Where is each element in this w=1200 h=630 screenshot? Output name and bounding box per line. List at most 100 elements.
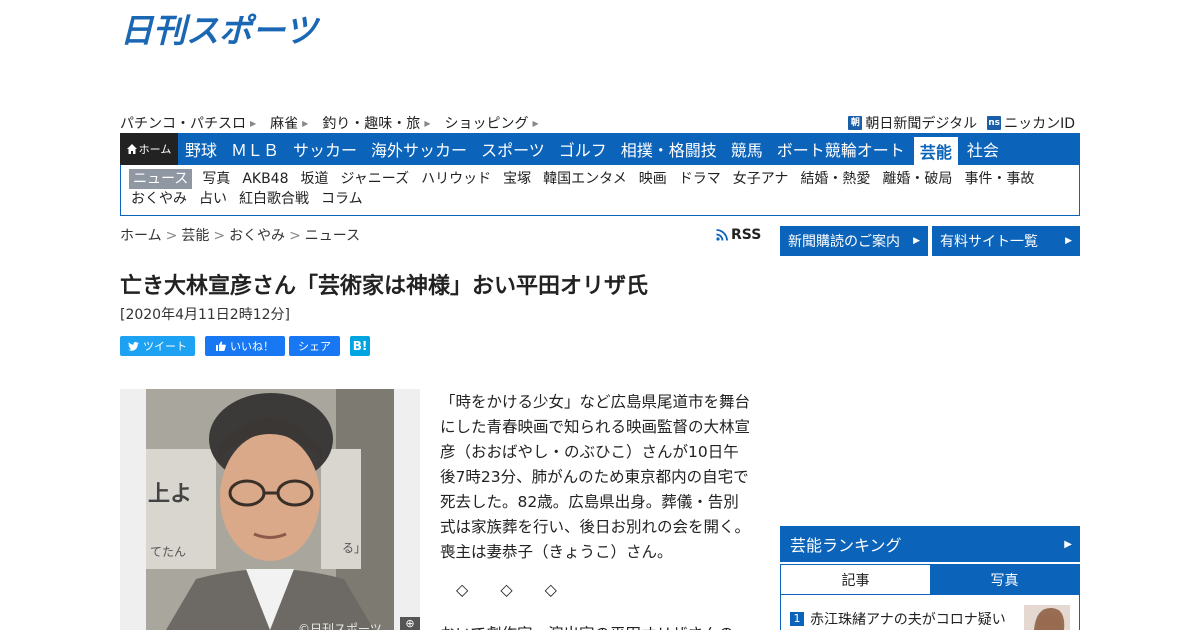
sub-nav: ニュース 写真 AKB48 坂道 ジャニーズ ハリウッド 宝塚 韓国エンタメ 映画 ドラマ 女子アナ…	[120, 165, 1080, 216]
sub-nav-item[interactable]: 映画	[637, 169, 669, 189]
ranking-thumbnail[interactable]	[1024, 605, 1070, 630]
logo-graphic: 日刊スポーツ	[120, 11, 321, 50]
article-line: 「時をかける少女」など広島県尾道市を舞台	[440, 393, 751, 411]
breadcrumb-news[interactable]: ニュース	[305, 228, 360, 244]
thumbs-up-icon	[216, 341, 226, 351]
diamond-icon: ◇	[544, 580, 557, 599]
nav-item-entertainment[interactable]: 芸能	[913, 137, 958, 165]
partner-nikkan-id-link[interactable]: ns ニッカンID	[987, 113, 1075, 133]
sub-nav-item[interactable]: 紅白歌合戦	[237, 189, 311, 209]
sub-nav-item[interactable]: 結婚・熱愛	[798, 169, 872, 189]
ranking-header[interactable]: 芸能ランキング ▶	[780, 526, 1080, 562]
sub-nav-item[interactable]: ジャニーズ	[339, 169, 412, 189]
diamond-icon: ◇	[456, 580, 469, 599]
utility-link[interactable]: 釣り・趣味・旅 ▶	[322, 113, 430, 133]
utility-link[interactable]: 麻雀 ▶	[270, 113, 308, 133]
nav-item-sports[interactable]: スポーツ	[474, 133, 552, 165]
ranking-tabs: 記事 写真	[780, 564, 1080, 595]
section-divider: ◇ ◇ ◇	[456, 580, 589, 599]
triangle-right-icon: ▶	[1064, 538, 1072, 550]
utility-links: パチンコ・パチスロ ▶ 麻雀 ▶ 釣り・趣味・旅 ▶ ショッピング ▶	[120, 113, 553, 133]
sub-nav-item[interactable]: AKB48	[240, 169, 290, 189]
article-line: 喪主は妻恭子（きょうこ）さん。	[440, 543, 673, 561]
breadcrumb-home[interactable]: ホーム	[120, 228, 162, 244]
ranking-item-title: 赤江珠緒アナの夫がコロナ疑い	[810, 612, 1006, 628]
asahi-icon: 朝	[848, 116, 863, 130]
nav-item-mlb[interactable]: ＭＬＢ	[224, 133, 286, 165]
sub-nav-item[interactable]: 占い	[197, 189, 229, 209]
nav-item-sumo-fighting[interactable]: 相撲・格闘技	[614, 133, 724, 165]
utility-link[interactable]: ショッピング ▶	[444, 113, 538, 133]
sub-nav-item[interactable]: 女子アナ	[731, 169, 791, 189]
article-line: おいで劇作家、演出家の平田オリザさんの	[440, 622, 734, 630]
nav-item-overseas-soccer[interactable]: 海外サッカー	[364, 133, 474, 165]
sub-nav-item[interactable]: おくやみ	[129, 189, 189, 209]
sub-nav-item[interactable]: ハリウッド	[419, 169, 493, 189]
sub-nav-item[interactable]: ニュース	[129, 169, 193, 189]
triangle-right-icon: ▶	[913, 236, 920, 246]
like-button[interactable]: いいね！	[205, 336, 285, 356]
sub-nav-row: おくやみ 占い 紅白歌合戦 コラム	[125, 189, 1079, 209]
nikkan-id-icon: ns	[987, 116, 1002, 130]
article-body: 「時をかける少女」など広島県尾道市を舞台 にした青春映画で知られる映画監督の大林…	[440, 390, 762, 565]
breadcrumb-separator: >	[165, 228, 178, 244]
share-button[interactable]: シェア	[289, 336, 340, 356]
subscription-button[interactable]: 新聞購読のご案内 ▶	[780, 226, 928, 256]
nav-item-golf[interactable]: ゴルフ	[552, 133, 614, 165]
rank-number: 1	[790, 612, 804, 626]
arrow-icon: ▶	[250, 118, 257, 128]
logo-text: 日刊スポーツ	[120, 11, 320, 50]
utility-link[interactable]: パチンコ・パチスロ ▶	[120, 113, 256, 133]
paid-sites-button[interactable]: 有料サイト一覧 ▶	[932, 226, 1080, 256]
sub-nav-item[interactable]: 韓国エンタメ	[541, 169, 629, 189]
sub-nav-item[interactable]: ドラマ	[677, 169, 723, 189]
arrow-icon: ▶	[424, 118, 431, 128]
sub-nav-item[interactable]: 写真	[200, 169, 232, 189]
sub-nav-item[interactable]: 事件・事故	[962, 169, 1036, 189]
breadcrumb-separator: >	[213, 228, 226, 244]
article-line: 彦（おおばやし・のぶひこ）さんが10日午	[440, 443, 739, 461]
twitter-icon	[128, 341, 139, 351]
sub-nav-item[interactable]: 宝塚	[501, 169, 533, 189]
arrow-icon: ▶	[302, 118, 309, 128]
tab-photos[interactable]: 写真	[930, 565, 1079, 594]
hatena-bookmark-button[interactable]: B!	[350, 336, 370, 356]
zoom-icon[interactable]: ⊕	[400, 617, 420, 630]
rss-link[interactable]: RSS	[716, 227, 761, 243]
breadcrumb-separator: >	[289, 228, 301, 244]
partner-asahi-link[interactable]: 朝朝日新聞デジタル	[848, 113, 977, 133]
svg-text:る」: る」	[342, 541, 366, 555]
sub-nav-item[interactable]: 離婚・破局	[880, 169, 954, 189]
nav-item-soccer[interactable]: サッカー	[286, 133, 364, 165]
svg-text:てたん: てたん	[150, 545, 186, 559]
breadcrumb-entertainment[interactable]: 芸能	[181, 228, 209, 244]
home-icon	[126, 144, 137, 154]
article-photo[interactable]: 上よ てたん る」	[120, 389, 420, 630]
tweet-button[interactable]: ツイート	[120, 336, 195, 356]
sub-nav-row: ニュース 写真 AKB48 坂道 ジャニーズ ハリウッド 宝塚 韓国エンタメ 映画 ドラマ 女子アナ…	[125, 169, 1079, 189]
portrait-illustration: 上よ てたん る」	[146, 389, 394, 630]
article-line: にした青春映画で知られる映画監督の大林宣	[440, 418, 751, 436]
rss-icon	[716, 229, 728, 241]
ranking-title: 芸能ランキング	[790, 536, 902, 555]
main-nav: ホーム 野球 ＭＬＢ サッカー 海外サッカー スポーツ ゴルフ 相撲・格闘技 競…	[120, 133, 1080, 165]
nav-home[interactable]: ホーム	[120, 133, 178, 165]
article-line: 後7時23分、肺がんのため東京都内の自宅で	[440, 468, 749, 486]
sub-nav-item[interactable]: 坂道	[299, 169, 331, 189]
ranking-item[interactable]: 1 赤江珠緒アナの夫がコロナ疑い	[790, 609, 1006, 629]
photo-credit: ©日刊スポーツ	[298, 622, 382, 630]
nav-item-horse-racing[interactable]: 競馬	[724, 133, 770, 165]
partner-links: 朝朝日新聞デジタル ns ニッカンID	[838, 113, 1075, 133]
sub-nav-item[interactable]: コラム	[319, 189, 365, 209]
breadcrumb-obituary[interactable]: おくやみ	[229, 228, 285, 244]
nav-item-society[interactable]: 社会	[960, 133, 1006, 165]
triangle-right-icon: ▶	[1065, 236, 1072, 246]
nav-item-boat-keirin-auto[interactable]: ボート競輪オート	[770, 133, 912, 165]
site-logo[interactable]: 日刊スポーツ	[120, 10, 321, 50]
nav-item-baseball[interactable]: 野球	[178, 133, 224, 165]
thumbnail-image	[1024, 605, 1070, 630]
svg-text:上よ: 上よ	[148, 482, 192, 507]
article-headline: 亡き大林宣彦さん「芸術家は神様」おい平田オリザ氏	[120, 274, 649, 299]
tab-articles[interactable]: 記事	[781, 565, 930, 594]
article-line: 死去した。82歳。広島県出身。葬儀・告別	[440, 493, 739, 511]
